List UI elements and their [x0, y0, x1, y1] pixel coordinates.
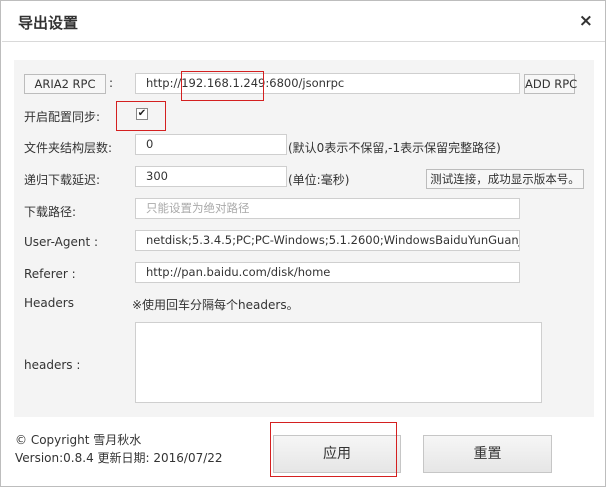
- delay-input[interactable]: 300: [135, 166, 287, 187]
- user-agent-label: User-Agent :: [24, 235, 99, 249]
- apply-button[interactable]: 应用: [273, 435, 401, 473]
- folder-depth-hint: (默认0表示不保留,-1表示保留完整路径): [288, 141, 501, 155]
- user-agent-input[interactable]: netdisk;5.3.4.5;PC;PC-Windows;5.1.2600;W…: [135, 230, 520, 251]
- folder-depth-input[interactable]: 0: [135, 134, 287, 155]
- dialog-title: 导出设置: [18, 14, 79, 32]
- version-text: Version:0.8.4 更新日期: 2016/07/22: [15, 451, 223, 465]
- reset-button[interactable]: 重置: [423, 435, 552, 473]
- sync-checkbox[interactable]: ✔: [136, 108, 148, 120]
- sync-label: 开启配置同步:: [24, 110, 101, 124]
- rpc-url-host: 192.168.1.249: [181, 76, 266, 90]
- referer-label: Referer :: [24, 267, 76, 281]
- referer-input[interactable]: http://pan.baidu.com/disk/home: [135, 262, 520, 283]
- rpc-url-prefix: http://: [146, 76, 182, 90]
- dialog-titlebar: 导出设置 ×: [2, 2, 605, 42]
- copyright-text: © Copyright 雪月秋水: [15, 433, 142, 447]
- folder-depth-label: 文件夹结构层数:: [24, 141, 113, 155]
- settings-panel: ARIA2 RPC : http://192.168.1.249:6800/js…: [14, 60, 594, 417]
- headers-hint: ※使用回车分隔每个headers。: [132, 298, 299, 312]
- rpc-url-input[interactable]: http://192.168.1.249:6800/jsonrpc: [135, 73, 520, 94]
- headers-title: Headers: [24, 296, 74, 310]
- headers-textarea[interactable]: [135, 322, 542, 403]
- rpc-type-selector[interactable]: ARIA2 RPC: [24, 74, 106, 94]
- add-rpc-button[interactable]: ADD RPC: [524, 74, 577, 94]
- test-connection-button[interactable]: 测试连接，成功显示版本号。: [426, 169, 584, 189]
- download-path-input[interactable]: 只能设置为绝对路径: [135, 198, 520, 219]
- delay-hint: (单位:毫秒): [288, 173, 350, 187]
- rpc-url-suffix: :6800/jsonrpc: [265, 76, 345, 90]
- close-icon[interactable]: ×: [579, 11, 593, 31]
- download-path-label: 下载路径:: [24, 205, 77, 219]
- delay-label: 递归下载延迟:: [24, 173, 101, 187]
- export-settings-dialog: 导出设置 × ARIA2 RPC : http://192.168.1.249:…: [0, 0, 606, 487]
- headers-label: headers :: [24, 358, 81, 372]
- rpc-colon: :: [109, 76, 114, 90]
